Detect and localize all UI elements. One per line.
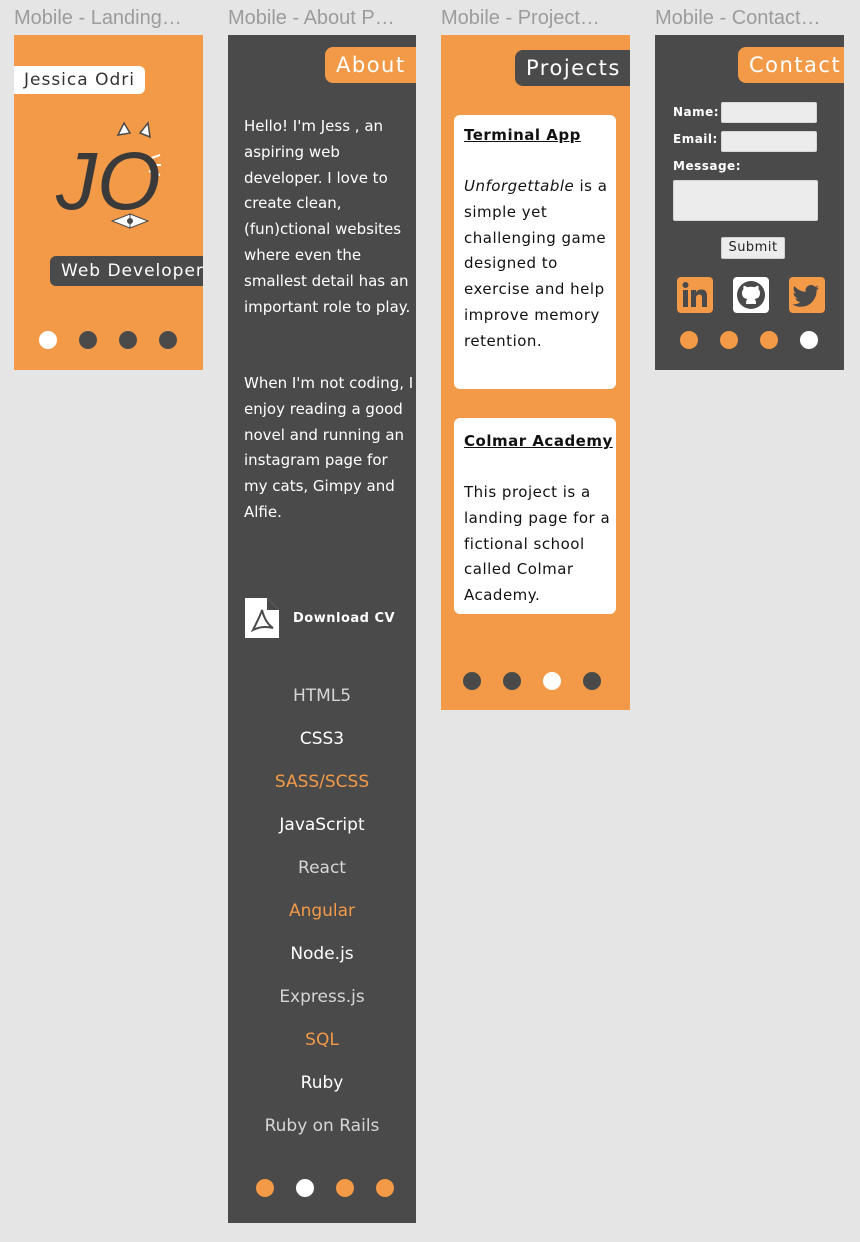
page-dot-1[interactable] bbox=[463, 672, 481, 690]
download-cv-label: Download CV bbox=[293, 610, 396, 626]
about-screen: About Hello! I'm Jess , an aspiring web … bbox=[228, 35, 416, 1223]
page-dot-2[interactable] bbox=[296, 1179, 314, 1197]
skill-item: SASS/SCSS bbox=[274, 772, 370, 792]
project-card-terminal-app[interactable]: Terminal App Unforgettable is a simple y… bbox=[454, 115, 616, 389]
monogram-text: JO bbox=[55, 136, 161, 227]
page-dot-1[interactable] bbox=[256, 1179, 274, 1197]
contact-screen: Contact Name: Email: Message: Submit bbox=[655, 35, 844, 370]
skill-item: Node.js bbox=[290, 944, 354, 964]
page-dot-3[interactable] bbox=[760, 331, 778, 349]
skill-item: HTML5 bbox=[292, 686, 352, 706]
project-card-colmar-academy[interactable]: Colmar Academy This project is a landing… bbox=[454, 418, 616, 614]
project-title[interactable]: Terminal App bbox=[464, 123, 581, 149]
skill-item: Ruby on Rails bbox=[264, 1116, 380, 1136]
linkedin-icon[interactable] bbox=[677, 277, 713, 313]
frame-title-projects: Mobile - Project… bbox=[441, 7, 600, 29]
project-description: This project is a landing page for a fic… bbox=[464, 483, 611, 605]
pagination-dots bbox=[256, 1179, 394, 1197]
page-dot-4[interactable] bbox=[583, 672, 601, 690]
page-dot-3[interactable] bbox=[543, 672, 561, 690]
name-label: Name: bbox=[673, 105, 720, 119]
projects-screen: Projects Terminal App Unforgettable is a… bbox=[441, 35, 630, 710]
page-dot-1[interactable] bbox=[39, 331, 57, 349]
frame-title-landing: Mobile - Landing… bbox=[14, 7, 182, 29]
name-field[interactable] bbox=[721, 102, 817, 123]
project-description: Unforgettable is a simple yet challengin… bbox=[464, 174, 612, 355]
about-paragraph-1: Hello! I'm Jess , an aspiring web develo… bbox=[244, 117, 411, 316]
email-field[interactable] bbox=[721, 131, 817, 152]
about-tab[interactable]: About bbox=[325, 47, 416, 83]
project-title[interactable]: Colmar Academy bbox=[464, 429, 613, 455]
role-tag: Web Developer bbox=[50, 256, 203, 286]
page-dot-3[interactable] bbox=[336, 1179, 354, 1197]
frame-title-about: Mobile - About P… bbox=[228, 7, 395, 29]
pdf-icon bbox=[245, 598, 279, 638]
page-dot-4[interactable] bbox=[376, 1179, 394, 1197]
skill-item: React bbox=[298, 858, 346, 878]
jo-logo: JO bbox=[55, 121, 161, 229]
skill-item: Angular bbox=[288, 901, 356, 921]
skill-item: JavaScript bbox=[279, 815, 365, 835]
project-description-text: is a simple yet challenging game designe… bbox=[464, 177, 608, 350]
page-dot-2[interactable] bbox=[79, 331, 97, 349]
page-dot-4[interactable] bbox=[159, 331, 177, 349]
page-dot-2[interactable] bbox=[720, 331, 738, 349]
skill-item: CSS3 bbox=[299, 729, 345, 749]
contact-tab[interactable]: Contact bbox=[738, 47, 844, 83]
pagination-dots bbox=[680, 331, 818, 349]
skill-item: SQL bbox=[305, 1030, 339, 1050]
project-emphasis: Unforgettable bbox=[464, 177, 575, 195]
frame-title-contact: Mobile - Contact… bbox=[655, 7, 821, 29]
email-label: Email: bbox=[673, 132, 718, 146]
projects-tab[interactable]: Projects bbox=[515, 50, 630, 86]
page-dot-2[interactable] bbox=[503, 672, 521, 690]
about-paragraph-2: When I'm not coding, I enjoy reading a g… bbox=[244, 374, 414, 521]
page-dot-1[interactable] bbox=[680, 331, 698, 349]
pagination-dots bbox=[39, 331, 177, 349]
github-icon[interactable] bbox=[733, 277, 769, 313]
pagination-dots bbox=[463, 672, 601, 690]
skill-item: Express.js bbox=[279, 987, 365, 1007]
message-field[interactable] bbox=[673, 180, 818, 221]
page-dot-4[interactable] bbox=[800, 331, 818, 349]
landing-screen: Jessica Odri JO Web Developer bbox=[14, 35, 203, 370]
skills-list: HTML5 CSS3 SASS/SCSS JavaScript React An… bbox=[228, 675, 416, 1148]
name-tag: Jessica Odri bbox=[14, 66, 145, 94]
download-cv-link[interactable]: Download CV bbox=[243, 596, 395, 640]
message-label: Message: bbox=[673, 159, 741, 173]
submit-button[interactable]: Submit bbox=[721, 237, 785, 259]
skill-item: Ruby bbox=[300, 1073, 344, 1093]
page-dot-3[interactable] bbox=[119, 331, 137, 349]
twitter-icon[interactable] bbox=[789, 277, 825, 313]
